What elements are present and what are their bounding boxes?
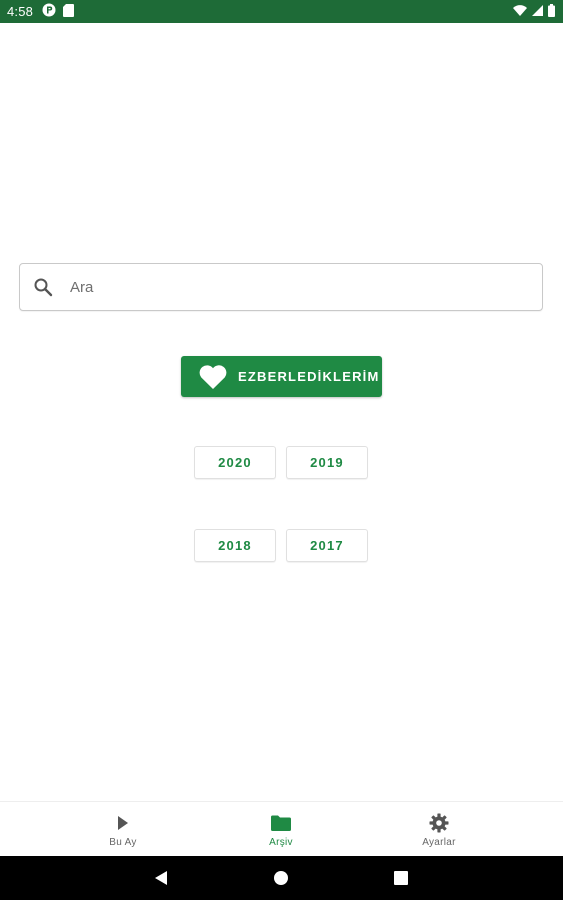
- app-notification-icon: [42, 3, 56, 20]
- folder-icon: [270, 813, 292, 833]
- year-button-2020[interactable]: 2020: [194, 446, 276, 479]
- system-navigation-bar: [0, 856, 563, 900]
- year-button-2018[interactable]: 2018: [194, 529, 276, 562]
- nav-item-settings[interactable]: Ayarlar: [379, 802, 499, 857]
- play-icon: [112, 813, 134, 833]
- battery-icon: [548, 3, 555, 20]
- back-icon[interactable]: [151, 868, 171, 888]
- bottom-navigation: Bu Ay Arşiv Ayarlar: [0, 801, 563, 856]
- nav-item-archive[interactable]: Arşiv: [221, 802, 341, 857]
- nav-label-settings: Ayarlar: [422, 837, 456, 848]
- status-time: 4:58: [7, 4, 34, 19]
- home-icon[interactable]: [271, 868, 291, 888]
- year-button-2017[interactable]: 2017: [286, 529, 368, 562]
- memorized-favorites-label: EZBERLEDİKLERİM: [238, 369, 380, 384]
- wifi-icon: [513, 4, 527, 19]
- nav-label-this-month: Bu Ay: [109, 837, 137, 848]
- heart-icon: [198, 364, 228, 390]
- status-system-icons: [513, 3, 555, 20]
- search-input[interactable]: [68, 277, 512, 297]
- nav-item-this-month[interactable]: Bu Ay: [63, 802, 183, 857]
- memorized-favorites-button[interactable]: EZBERLEDİKLERİM: [181, 356, 382, 397]
- search-icon: [33, 277, 53, 297]
- signal-icon: [532, 4, 543, 19]
- app-screen: 4:58 Ara EZBERLEDİKLERİM 2020 2019 2018 …: [0, 0, 563, 900]
- status-notification-icons: [42, 3, 75, 20]
- gear-icon: [428, 813, 450, 833]
- search-bar[interactable]: [19, 263, 543, 311]
- nav-label-archive: Arşiv: [269, 837, 293, 848]
- recents-icon[interactable]: [391, 868, 411, 888]
- status-bar: 4:58: [0, 0, 563, 23]
- year-button-2019[interactable]: 2019: [286, 446, 368, 479]
- sd-card-icon: [63, 3, 75, 20]
